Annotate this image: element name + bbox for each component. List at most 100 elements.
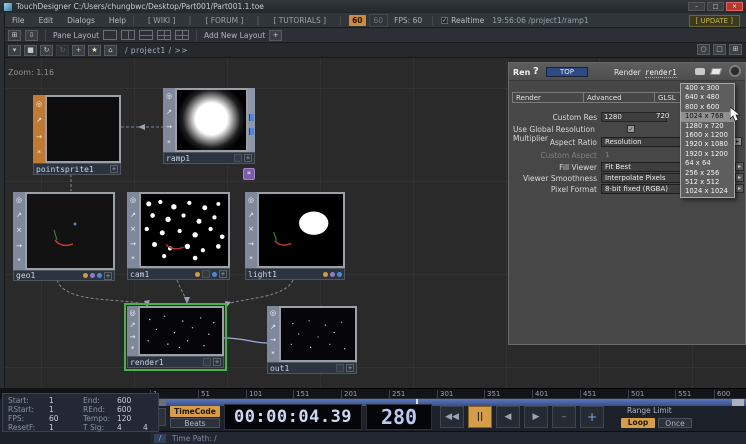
viewer-smoothness-menu-arrow[interactable]: ▸ <box>735 173 744 182</box>
jump-start-button[interactable]: ◀◀ <box>440 406 464 428</box>
menu-item[interactable]: 512 x 512 <box>681 178 734 187</box>
node-pointsprite1[interactable]: ◎ ↗ → * pointsprite1 + <box>33 95 121 175</box>
range-end-handle[interactable] <box>732 399 744 406</box>
pause-button[interactable]: || <box>468 406 492 428</box>
step-forward-button[interactable]: + <box>580 406 604 428</box>
pick-dot[interactable] <box>337 272 342 277</box>
menu-item[interactable]: 640 x 480 <box>681 93 734 102</box>
clone-flag-icon[interactable]: → <box>248 241 254 248</box>
menu-item[interactable]: 1920 x 1080 <box>681 140 734 149</box>
node-viewer[interactable] <box>25 192 115 270</box>
update-button[interactable]: [ UPDATE ] <box>689 15 740 27</box>
realtime-toggle[interactable]: ✓ Realtime <box>441 16 484 25</box>
maximize-button[interactable]: □ <box>707 2 724 11</box>
viewer-flag-icon[interactable]: ◎ <box>270 310 276 317</box>
menu-file[interactable]: File <box>5 16 32 25</box>
reload-icon[interactable]: ↻ <box>40 45 53 56</box>
bypass-flag-icon[interactable]: × <box>248 226 254 233</box>
menu-item[interactable]: 256 x 256 <box>681 169 734 178</box>
node-flag-strip[interactable]: ◎ ↗ → * <box>127 306 138 356</box>
title-bar[interactable]: TouchDesigner C:/Users/chungbwc/Desktop/… <box>0 0 746 13</box>
node-viewer[interactable] <box>257 192 345 268</box>
layout-single-icon[interactable] <box>103 30 117 40</box>
node-viewer[interactable] <box>45 95 121 163</box>
pane-split-icon[interactable]: □ <box>713 44 726 55</box>
menu-item[interactable]: 1024 x 1024 <box>681 187 734 196</box>
menu-item-highlighted[interactable]: 1024 x 768 <box>681 112 734 121</box>
help-icon[interactable]: ? <box>533 66 539 77</box>
node-name-bar[interactable]: cam1 + <box>127 268 230 280</box>
node-viewer[interactable] <box>175 88 248 152</box>
layout-quad-icon[interactable] <box>157 30 171 40</box>
timecode-mode-button[interactable]: TimeCode <box>170 406 220 417</box>
forum-link[interactable]: [ FORUM ] <box>190 16 258 25</box>
pixel-format-menu-arrow[interactable]: ▸ <box>735 184 744 193</box>
pick-flag-icon[interactable]: * <box>131 256 135 263</box>
pick-flag-icon[interactable]: * <box>271 351 275 358</box>
fps-target-label[interactable]: FPS: 60 <box>394 16 433 25</box>
node-light1[interactable]: ◎ ↗ × → * light1 <box>245 192 345 280</box>
flag-box[interactable] <box>202 270 210 278</box>
home-icon[interactable]: ⌂ <box>104 45 117 56</box>
menu-edit[interactable]: Edit <box>32 16 61 25</box>
breadcrumb[interactable]: / project1 / >> <box>125 46 188 55</box>
clone-flag-icon[interactable]: → <box>130 334 136 341</box>
pane-viewer-icon[interactable]: ○ <box>697 44 710 55</box>
render-flag-icon[interactable]: ↗ <box>130 322 136 329</box>
menu-item[interactable]: 64 x 64 <box>681 159 734 168</box>
pick-flag-icon[interactable]: * <box>17 258 21 265</box>
add-icon[interactable]: + <box>72 45 85 56</box>
node-name-bar[interactable]: ramp1 + <box>163 152 255 164</box>
bypass-flag-icon[interactable]: × <box>16 227 22 234</box>
expand-plus-icon[interactable]: + <box>213 358 221 366</box>
once-button[interactable]: Once <box>658 418 692 428</box>
menu-item[interactable]: 1600 x 1200 <box>681 131 734 140</box>
tutorials-link[interactable]: [ TUTORIALS ] <box>258 16 341 25</box>
clone-flag-icon[interactable]: → <box>270 337 276 344</box>
flag-box[interactable] <box>336 364 344 372</box>
layout-mixed-icon[interactable] <box>175 30 189 40</box>
viewer-smoothness-menu[interactable]: Interpolate Pixels <box>601 173 681 183</box>
clone-flag-icon[interactable]: → <box>16 243 22 250</box>
play-reverse-button[interactable]: ◀ <box>496 406 520 428</box>
render-dot[interactable] <box>330 272 335 277</box>
pick-flag-icon[interactable]: * <box>131 346 135 353</box>
render-flag-icon[interactable]: ↗ <box>166 109 172 116</box>
viewer-flag-icon[interactable]: ◎ <box>129 310 135 317</box>
back-icon[interactable]: ▾ <box>8 45 21 56</box>
wiki-link[interactable]: [ WIKI ] <box>133 16 190 25</box>
template-badge-icon[interactable]: * <box>243 168 255 180</box>
node-viewer[interactable] <box>279 306 357 362</box>
layout-vsplit-icon[interactable] <box>121 30 135 40</box>
node-cam1[interactable]: ◎ ↗ × → * <box>127 192 230 280</box>
viewer-flag-icon[interactable]: ◎ <box>166 93 172 100</box>
fill-viewer-menu[interactable]: Fit Best <box>601 162 681 172</box>
expand-plus-icon[interactable]: + <box>110 165 118 173</box>
frame-ruler[interactable]: 1 51 101 151 201 251 301 351 401 451 501… <box>150 388 746 399</box>
node-viewer[interactable] <box>139 192 230 268</box>
add-layout-button[interactable]: + <box>269 30 282 41</box>
tab-advanced[interactable]: Advanced <box>583 92 654 103</box>
node-flag-strip[interactable]: ◎ ↗ × → * <box>13 192 25 270</box>
fill-viewer-menu-arrow[interactable]: ▸ <box>735 162 744 171</box>
pick-flag-icon[interactable]: * <box>249 256 253 263</box>
stop-icon[interactable]: ■ <box>24 45 37 56</box>
output-connector[interactable] <box>119 115 121 133</box>
display-dot[interactable] <box>195 272 200 277</box>
viewer-flag-icon[interactable]: ◎ <box>248 197 254 204</box>
pick-dot[interactable] <box>212 272 217 277</box>
render-flag-icon[interactable]: ↗ <box>36 117 42 124</box>
play-forward-button[interactable]: ▶ <box>524 406 548 428</box>
step-back-button[interactable]: – <box>552 406 576 428</box>
node-name-bar[interactable]: light1 <box>245 268 345 280</box>
aspect-ratio-menu[interactable]: Resolution <box>601 137 681 147</box>
pick-flag-icon[interactable]: * <box>167 140 171 147</box>
render-flag-icon[interactable]: ↗ <box>248 212 254 219</box>
expand-plus-icon[interactable]: + <box>219 270 227 278</box>
save-layout-icon[interactable]: ⇩ <box>25 30 38 41</box>
pick-flag-icon[interactable]: * <box>37 150 41 157</box>
clone-flag-icon[interactable]: → <box>166 124 172 131</box>
pick-dot[interactable] <box>97 273 102 278</box>
display-dot[interactable] <box>83 273 88 278</box>
node-name-bar[interactable]: render1 + <box>127 356 224 368</box>
